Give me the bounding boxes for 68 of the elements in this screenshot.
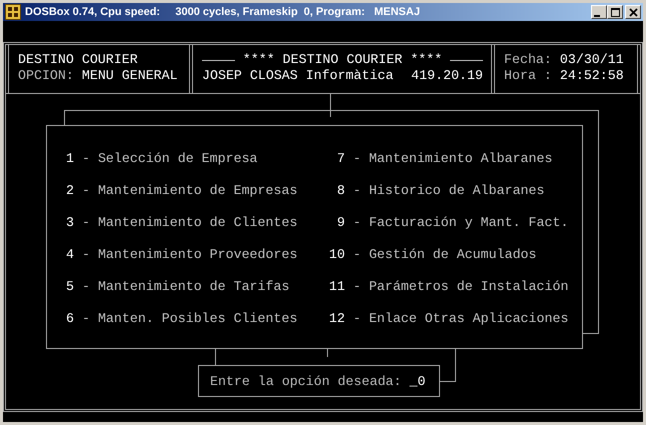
option-value: MENU GENERAL [82, 68, 178, 84]
menu-item[interactable]: 10 - Gestión de Acumulados [329, 238, 582, 270]
option-number: 3 [64, 214, 74, 230]
option-number: 9 [336, 214, 345, 230]
phone-number: 419.20.19 [411, 68, 483, 84]
menu-item[interactable]: 9 - Facturación y Mant. Fact. [329, 206, 582, 238]
option-label: Facturación y Mant. Fact. [368, 214, 568, 230]
date-label: Fecha: [504, 52, 552, 68]
menu-item[interactable]: 11 - Parámetros de Instalación [329, 270, 582, 302]
separator-dash: - [352, 310, 361, 326]
separator-dash: - [352, 246, 361, 262]
maximize-icon [608, 6, 622, 18]
separator-dash: - [82, 150, 90, 166]
window-title: DOSBox 0.74, Cpu speed: 3000 cycles, Frameskip 0, Program: MENSAJ [25, 6, 421, 18]
option-number: 12 [329, 310, 345, 326]
menu-item[interactable]: 7 - Mantenimiento Albaranes [329, 142, 582, 174]
option-number: 4 [64, 246, 74, 262]
menu-item[interactable]: 5 - Mantenimiento de Tarifas [58, 270, 329, 302]
minimize-icon [594, 14, 600, 16]
menu-item[interactable]: 3 - Mantenimiento de Clientes [58, 206, 329, 238]
company-name: JOSEP CLOSAS Informàtica [202, 68, 394, 84]
option-label: Gestión de Acumulados [368, 246, 537, 262]
option-label: Selección de Empresa [98, 150, 258, 166]
option-label: Manten. Posibles Clientes [98, 310, 298, 326]
menu-item[interactable]: 4 - Mantenimiento Proveedores [58, 238, 329, 270]
app-icon [5, 4, 21, 20]
option-number: 8 [336, 182, 345, 198]
option-number: 11 [329, 278, 345, 294]
option-label: Mantenimiento de Clientes [98, 214, 298, 230]
option-label: OPCION: [18, 68, 74, 84]
minimize-button[interactable] [591, 5, 607, 19]
separator-dash: - [82, 310, 90, 326]
date-value: 03/30/11 [560, 52, 624, 68]
separator-dash: - [352, 182, 361, 198]
option-label: Parámetros de Instalación [368, 278, 568, 294]
separator-dash: - [82, 214, 90, 230]
close-icon [626, 6, 640, 18]
separator-dash: - [352, 214, 361, 230]
menu-item[interactable]: 2 - Mantenimiento de Empresas [58, 174, 329, 206]
separator-dash: - [82, 246, 90, 262]
maximize-button[interactable] [607, 5, 623, 19]
menu-item[interactable]: 1 - Selección de Empresa [58, 142, 329, 174]
separator-dash: - [352, 278, 361, 294]
prompt-label: Entre la opción deseada: [210, 374, 402, 388]
menu-item[interactable]: 6 - Manten. Posibles Clientes [58, 302, 329, 334]
option-number: 6 [64, 310, 74, 326]
separator-dash: - [82, 278, 90, 294]
input-field[interactable]: _0 [410, 374, 426, 388]
menu-item[interactable]: 12 - Enlace Otras Aplicaciones [329, 302, 582, 334]
menu-item[interactable]: 8 - Historico de Albaranes [329, 174, 582, 206]
option-label: Mantenimiento Proveedores [98, 246, 298, 262]
option-number: 2 [64, 182, 74, 198]
time-label: Hora : [504, 68, 552, 84]
time-value: 24:52:58 [560, 68, 624, 84]
option-label: Mantenimiento Albaranes [368, 150, 552, 166]
separator-dash: - [352, 150, 361, 166]
option-label: Enlace Otras Aplicaciones [368, 310, 568, 326]
close-button[interactable] [625, 5, 641, 19]
separator-dash: - [82, 182, 90, 198]
option-number: 5 [64, 278, 74, 294]
option-number: 1 [64, 150, 74, 166]
option-number: 10 [329, 246, 345, 262]
option-label: Mantenimiento de Empresas [98, 182, 298, 198]
app-name: DESTINO COURIER [18, 52, 139, 68]
option-label: Historico de Albaranes [368, 182, 544, 198]
option-label: Mantenimiento de Tarifas [98, 278, 290, 294]
option-number: 7 [336, 150, 345, 166]
banner-title: **** DESTINO COURIER **** [242, 52, 442, 68]
